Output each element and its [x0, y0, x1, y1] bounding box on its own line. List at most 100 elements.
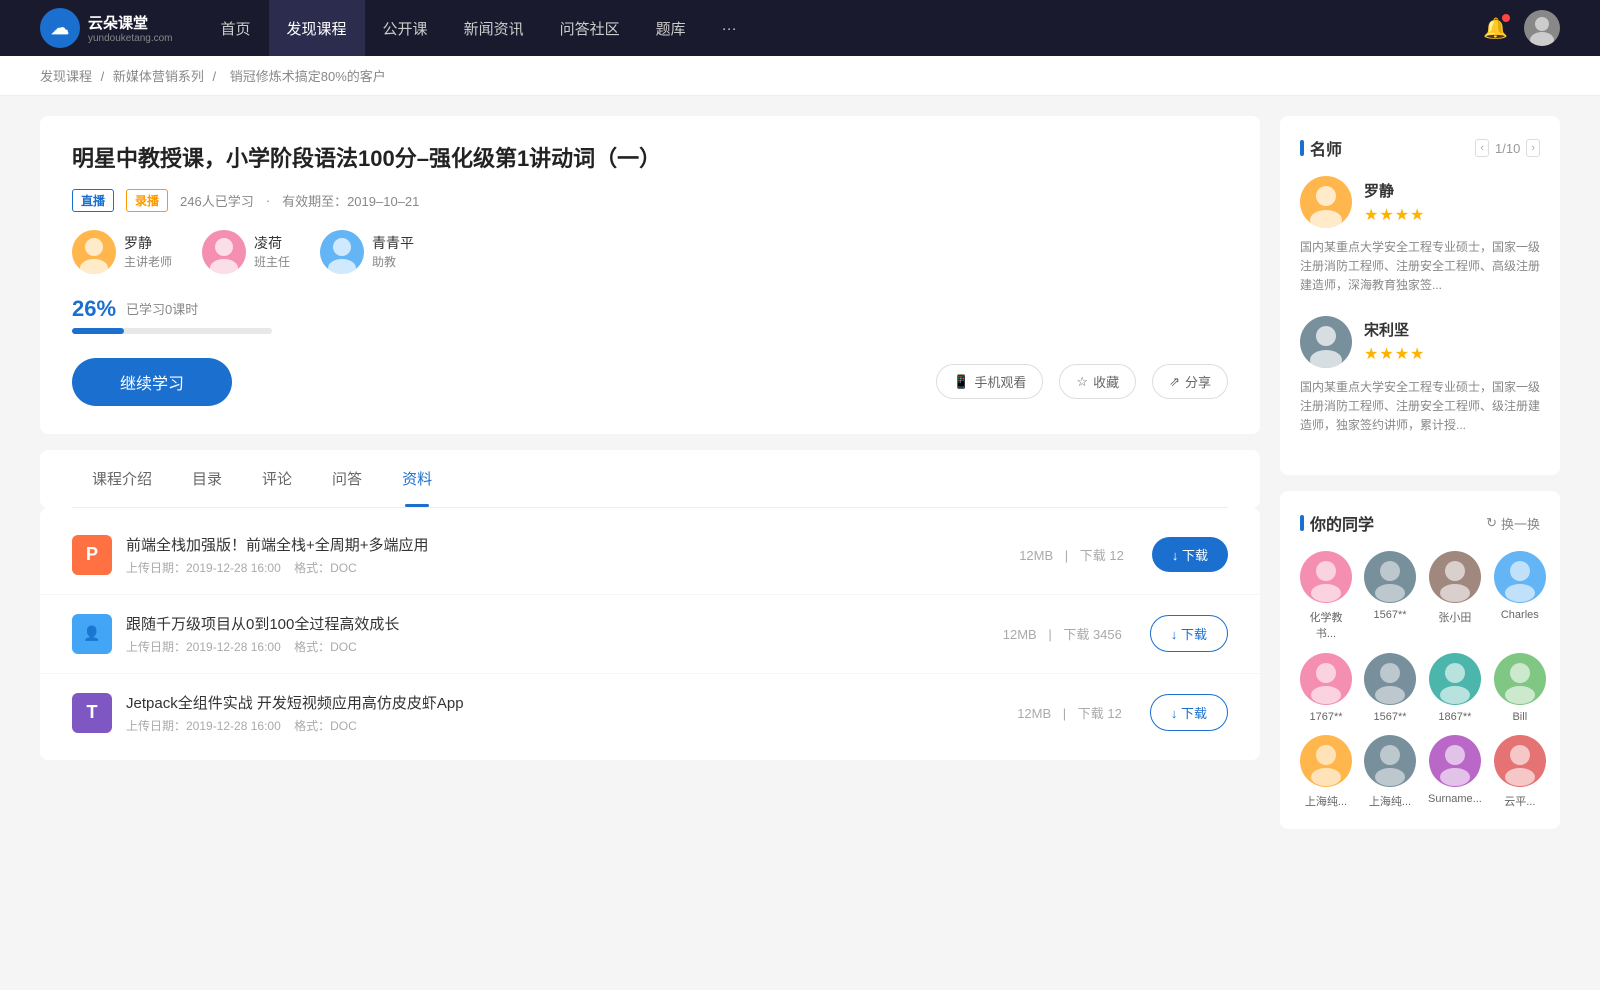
nav-open[interactable]: 公开课 [365, 0, 446, 56]
share-icon: ⇗ [1169, 374, 1180, 390]
classmate-11[interactable]: 云平... [1494, 735, 1546, 809]
teachers-next-btn[interactable]: › [1526, 139, 1540, 157]
share-label: 分享 [1185, 372, 1211, 391]
tab-intro[interactable]: 课程介绍 [72, 450, 172, 507]
breadcrumb-discover[interactable]: 发现课程 [40, 69, 92, 84]
students-count: 246人已学习 [180, 191, 254, 210]
resource-item-2: 👤 跟随千万级项目从0到100全过程高效成长 上传日期：2019-12-28 1… [40, 595, 1260, 674]
classmate-avatar-10 [1429, 735, 1481, 787]
share-button[interactable]: ⇗ 分享 [1152, 364, 1228, 399]
sidebar-teacher-2-avatar [1300, 316, 1352, 368]
main-layout: 明星中教授课，小学阶段语法100分–强化级第1讲动词（一） 直播 录播 246人… [0, 96, 1600, 849]
classmate-5[interactable]: 1567** [1364, 653, 1416, 723]
sidebar-teacher-1-avatar [1300, 176, 1352, 228]
classmate-2[interactable]: 张小田 [1428, 551, 1482, 641]
breadcrumb-sep-2: / [213, 69, 220, 84]
breadcrumb-series[interactable]: 新媒体营销系列 [113, 69, 204, 84]
tab-resources[interactable]: 资料 [382, 450, 452, 507]
sidebar-teacher-2: 宋利坚 ★★★★ 国内某重点大学安全工程专业硕士，国家一级注册消防工程师、注册安… [1300, 316, 1540, 436]
teacher-1-role: 主讲老师 [124, 253, 172, 270]
teachers-page: 1/10 [1495, 141, 1520, 156]
classmate-4[interactable]: 1767** [1300, 653, 1352, 723]
course-meta: 直播 录播 246人已学习 · 有效期至：2019–10–21 [72, 189, 1228, 212]
sidebar-teacher-1-stars: ★★★★ [1364, 205, 1425, 225]
classmate-7[interactable]: Bill [1494, 653, 1546, 723]
classmate-name-5: 1567** [1373, 711, 1406, 723]
classmate-3[interactable]: Charles [1494, 551, 1546, 641]
logo-sub: yundouketang.com [88, 33, 173, 44]
collect-button[interactable]: ☆ 收藏 [1059, 364, 1136, 399]
sidebar: 名师 ‹ 1/10 › 罗静 ★★★★ [1280, 116, 1560, 829]
teacher-2-name: 凌荷 [254, 233, 290, 253]
logo[interactable]: ☁ 云朵课堂 yundouketang.com [40, 8, 173, 48]
sidebar-teacher-2-stars: ★★★★ [1364, 344, 1425, 364]
course-actions: 继续学习 📱 手机观看 ☆ 收藏 ⇗ 分享 [72, 358, 1228, 406]
teacher-3-role: 助教 [372, 253, 414, 270]
mobile-view-button[interactable]: 📱 手机观看 [936, 364, 1043, 399]
nav-more[interactable]: ··· [704, 0, 755, 56]
classmate-avatar-6 [1429, 653, 1481, 705]
resource-stats-3: 12MB | 下载 12 [1013, 703, 1126, 722]
nav-discover[interactable]: 发现课程 [269, 0, 365, 56]
teacher-1-avatar [72, 230, 116, 274]
notification-bell[interactable]: 🔔 [1483, 16, 1508, 41]
classmate-avatar-5 [1364, 653, 1416, 705]
resource-icon-1: P [72, 535, 112, 575]
resource-item-3: T Jetpack全组件实战 开发短视频应用高仿皮皮虾App 上传日期：2019… [40, 674, 1260, 752]
classmate-avatar-2 [1429, 551, 1481, 603]
resource-meta-3: 上传日期：2019-12-28 16:00 格式：DOC [126, 717, 989, 734]
classmates-panel-title: 你的同学 [1300, 511, 1374, 535]
teachers-prev-btn[interactable]: ‹ [1475, 139, 1489, 157]
classmate-name-6: 1867** [1438, 711, 1471, 723]
classmate-9[interactable]: 上海纯... [1364, 735, 1416, 809]
teacher-2: 凌荷 班主任 [202, 230, 290, 274]
classmate-avatar-11 [1494, 735, 1546, 787]
classmate-8[interactable]: 上海纯... [1300, 735, 1352, 809]
nav-qa[interactable]: 问答社区 [542, 0, 638, 56]
collect-label: 收藏 [1093, 372, 1119, 391]
sidebar-teacher-2-name: 宋利坚 [1364, 319, 1425, 340]
continue-button[interactable]: 继续学习 [72, 358, 232, 406]
download-button-1[interactable]: ↓ 下载 [1152, 537, 1228, 572]
content-area: 明星中教授课，小学阶段语法100分–强化级第1讲动词（一） 直播 录播 246人… [40, 116, 1260, 829]
resource-list: P 前端全栈加强版！前端全栈+全周期+多端应用 上传日期：2019-12-28 … [40, 508, 1260, 760]
classmate-0[interactable]: 化学教书... [1300, 551, 1352, 641]
sidebar-teacher-1-name: 罗静 [1364, 180, 1425, 201]
teacher-3: 青青平 助教 [320, 230, 414, 274]
resource-meta-1: 上传日期：2019-12-28 16:00 格式：DOC [126, 559, 991, 576]
download-button-3[interactable]: ↓ 下载 [1150, 694, 1228, 731]
tab-qa[interactable]: 问答 [312, 450, 382, 507]
course-title: 明星中教授课，小学阶段语法100分–强化级第1讲动词（一） [72, 144, 1228, 175]
classmate-1[interactable]: 1567** [1364, 551, 1416, 641]
resource-info-1: 前端全栈加强版！前端全栈+全周期+多端应用 上传日期：2019-12-28 16… [126, 534, 991, 576]
resource-name-1: 前端全栈加强版！前端全栈+全周期+多端应用 [126, 534, 991, 555]
sidebar-teacher-2-info: 宋利坚 ★★★★ [1364, 319, 1425, 364]
user-avatar[interactable] [1524, 10, 1560, 46]
classmate-6[interactable]: 1867** [1428, 653, 1482, 723]
action-buttons: 📱 手机观看 ☆ 收藏 ⇗ 分享 [936, 364, 1228, 399]
teacher-1: 罗静 主讲老师 [72, 230, 172, 274]
valid-until: 有效期至：2019–10–21 [282, 191, 419, 210]
teacher-2-avatar [202, 230, 246, 274]
progress-bar-fill [72, 328, 124, 334]
tabs-section: 课程介绍 目录 评论 问答 资料 [40, 450, 1260, 508]
mobile-icon: 📱 [953, 374, 969, 390]
teachers-panel-header: 名师 ‹ 1/10 › [1300, 136, 1540, 160]
logo-icon: ☁ [40, 8, 80, 48]
download-button-2[interactable]: ↓ 下载 [1150, 615, 1228, 652]
breadcrumb-sep-1: / [101, 69, 108, 84]
progress-bar-bg [72, 328, 272, 334]
nav-home[interactable]: 首页 [203, 0, 269, 56]
tab-comments[interactable]: 评论 [242, 450, 312, 507]
classmate-10[interactable]: Surname... [1428, 735, 1482, 809]
classmates-grid: 化学教书... 1567** 张小田 [1300, 551, 1540, 809]
sidebar-teacher-1: 罗静 ★★★★ 国内某重点大学安全工程专业硕士，国家一级注册消防工程师、注册安全… [1300, 176, 1540, 296]
resource-stats-1: 12MB | 下载 12 [1015, 545, 1128, 564]
classmates-panel: 你的同学 ↻ 换一换 化学教书... 1567** [1280, 491, 1560, 829]
nav-news[interactable]: 新闻资讯 [446, 0, 542, 56]
separator: · [266, 193, 270, 208]
classmates-refresh-btn[interactable]: ↻ 换一换 [1486, 514, 1540, 533]
nav-questions[interactable]: 题库 [638, 0, 704, 56]
tag-live: 直播 [72, 189, 114, 212]
tab-catalog[interactable]: 目录 [172, 450, 242, 507]
